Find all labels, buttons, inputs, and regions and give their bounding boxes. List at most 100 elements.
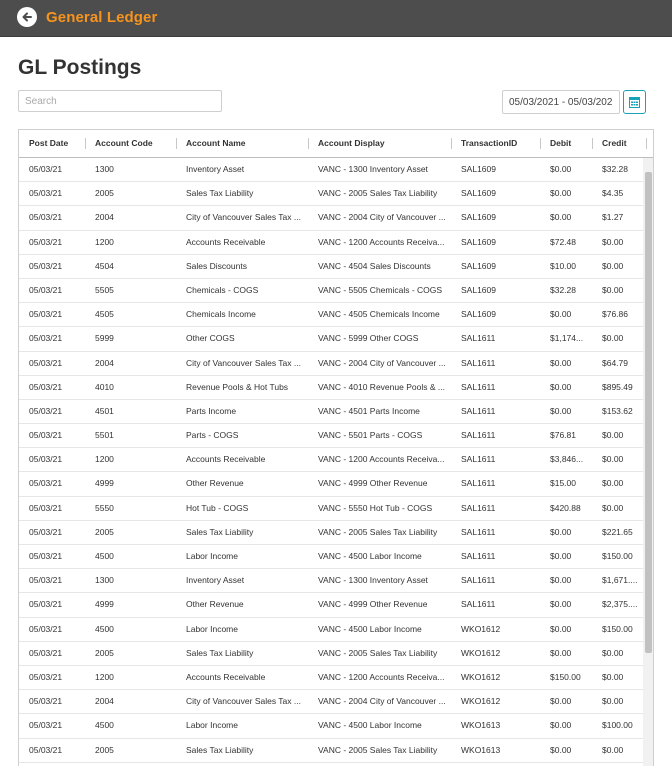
cell-debit: $76.81 (550, 430, 576, 441)
cell-account-code: 1300 (95, 575, 114, 586)
cell-account-code: 4999 (95, 599, 114, 610)
cell-credit: $0.00 (602, 430, 624, 441)
table-row[interactable]: 05/03/21 5505 Chemicals - COGS VANC - 5505 … (19, 279, 643, 304)
table-row[interactable]: 05/03/21 1200 Accounts Receivable VANC - 12… (19, 666, 643, 691)
table-row[interactable]: 05/03/21 4500 Labor Income VANC - 4500 Labo… (19, 545, 643, 570)
cell-post-date: 05/03/21 (29, 236, 63, 247)
table-header: Post Date Account Code Account Name Acco… (19, 130, 653, 158)
cell-account-display: VANC - 4505 Chemicals Income (318, 309, 440, 320)
column-header-debit[interactable]: Debit (550, 130, 571, 157)
column-header-transaction-id[interactable]: TransactionID (461, 130, 517, 157)
cell-transaction-id: SAL1611 (461, 599, 496, 610)
column-resize-handle[interactable] (85, 138, 86, 149)
cell-transaction-id: SAL1611 (461, 551, 496, 561)
table-row[interactable]: 05/03/21 1300 Inventory Asset VANC - 1300 I… (19, 569, 643, 594)
cell-account-code: 2005 (95, 188, 114, 199)
cell-debit: $0.00 (550, 357, 572, 368)
table-row[interactable]: 05/03/21 4999 Other Revenue VANC - 4999 Oth… (19, 593, 643, 618)
cell-credit: $0.00 (602, 333, 624, 344)
table-row[interactable]: 05/03/21 2004 City of Vancouver Sales Tax … (19, 690, 643, 715)
table-row[interactable]: 05/03/21 2005 Sales Tax Liability VANC - 20… (19, 182, 643, 207)
table-row[interactable]: 05/03/21 2004 City of Vancouver Sales Tax … (19, 352, 643, 376)
cell-credit: $4.35 (602, 188, 624, 199)
table-row[interactable]: 05/03/21 4504 Sales Discounts VANC - 4504 S… (19, 255, 643, 279)
column-resize-handle[interactable] (308, 138, 309, 149)
cell-account-name: Inventory Asset (186, 575, 245, 586)
cell-account-name: Sales Tax Liability (186, 744, 254, 755)
back-button[interactable] (17, 7, 37, 27)
column-resize-handle[interactable] (451, 138, 452, 149)
column-resize-handle[interactable] (176, 138, 177, 149)
cell-debit: $0.00 (550, 164, 572, 174)
column-header-account-name[interactable]: Account Name (186, 130, 246, 157)
table-row[interactable]: 05/03/21 1300 Inventory Asset VANC - 1300 I… (19, 158, 643, 183)
table-row[interactable]: 05/03/21 2005 Sales Tax Liability VANC - 20… (19, 521, 643, 545)
cell-transaction-id: WKO1612 (461, 623, 501, 634)
search-input[interactable] (18, 90, 222, 112)
calendar-icon (629, 97, 640, 108)
column-header-credit[interactable]: Credit (602, 130, 627, 157)
cell-account-display: VANC - 2005 Sales Tax Liability (318, 647, 438, 658)
column-resize-handle[interactable] (646, 138, 647, 149)
cell-post-date: 05/03/21 (29, 623, 63, 634)
table-row[interactable]: 05/03/21 2005 Sales Tax Liability VANC - 20… (19, 739, 643, 763)
gl-postings-table: Post Date Account Code Account Name Acco… (18, 129, 654, 766)
cell-account-display: VANC - 1200 Accounts Receiva... (318, 236, 445, 247)
cell-account-name: City of Vancouver Sales Tax ... (186, 357, 301, 368)
cell-account-name: Labor Income (186, 623, 238, 634)
column-header-account-display[interactable]: Account Display (318, 130, 385, 157)
cell-transaction-id: SAL1611 (461, 526, 496, 537)
cell-credit: $0.00 (602, 671, 624, 682)
cell-account-name: City of Vancouver Sales Tax ... (186, 696, 301, 707)
cell-credit: $150.00 (602, 623, 633, 634)
cell-debit: $0.00 (550, 381, 572, 392)
cell-account-name: Accounts Receivable (186, 236, 266, 247)
table-row[interactable]: 05/03/21 2005 Sales Tax Liability VANC - 20… (19, 642, 643, 666)
column-resize-handle[interactable] (540, 138, 541, 149)
cell-account-code: 1300 (95, 164, 114, 174)
table-row[interactable]: 05/03/21 5999 Other COGS VANC - 5999 Other … (19, 327, 643, 352)
cell-account-name: Other COGS (186, 333, 235, 344)
cell-account-code: 4500 (95, 551, 114, 561)
cell-account-display: VANC - 2005 Sales Tax Liability (318, 526, 438, 537)
cell-transaction-id: SAL1611 (461, 454, 496, 465)
cell-post-date: 05/03/21 (29, 502, 63, 513)
cell-account-name: City of Vancouver Sales Tax ... (186, 212, 301, 223)
cell-account-name: Chemicals Income (186, 309, 256, 320)
table-row[interactable]: 05/03/21 4500 Labor Income VANC - 4500 Labo… (19, 618, 643, 642)
cell-debit: $72.48 (550, 236, 576, 247)
table-row[interactable]: 05/03/21 4501 Parts Income VANC - 4501 Part… (19, 400, 643, 425)
column-header-account-code[interactable]: Account Code (95, 130, 153, 157)
table-row[interactable]: 05/03/21 5501 Parts - COGS VANC - 5501 Part… (19, 424, 643, 449)
date-range-input[interactable] (502, 90, 620, 114)
cell-post-date: 05/03/21 (29, 405, 63, 416)
calendar-button[interactable] (623, 90, 646, 114)
table-row[interactable]: 05/03/21 4505 Chemicals Income VANC - 4505 … (19, 303, 643, 328)
table-row[interactable]: 05/03/21 5550 Hot Tub - COGS VANC - 5550 Ho… (19, 497, 643, 521)
cell-account-name: Labor Income (186, 551, 238, 561)
table-row[interactable]: 05/03/21 4999 Other Revenue VANC - 4999 Oth… (19, 472, 643, 497)
cell-debit: $32.28 (550, 284, 576, 295)
cell-account-name: Parts - COGS (186, 430, 239, 441)
table-row[interactable]: 05/03/21 1200 Accounts Receivable VANC - 12… (19, 448, 643, 473)
cell-transaction-id: SAL1611 (461, 333, 496, 344)
table-row[interactable]: 05/03/21 4500 Labor Income VANC - 4500 Labo… (19, 714, 643, 739)
cell-account-code: 2005 (95, 526, 114, 537)
table-row[interactable]: 05/03/21 4010 Revenue Pools & Hot Tubs VANC… (19, 376, 643, 400)
cell-credit: $221.65 (602, 526, 633, 537)
cell-account-name: Sales Tax Liability (186, 526, 254, 537)
scrollbar-thumb[interactable] (645, 172, 652, 653)
cell-account-display: VANC - 2004 City of Vancouver ... (318, 212, 446, 223)
cell-account-display: VANC - 2005 Sales Tax Liability (318, 744, 438, 755)
column-resize-handle[interactable] (592, 138, 593, 149)
cell-credit: $2,375.... (602, 599, 638, 610)
cell-account-display: VANC - 1300 Inventory Asset (318, 164, 428, 174)
cell-transaction-id: SAL1609 (461, 260, 496, 271)
table-row[interactable]: 05/03/21 2004 City of Vancouver Sales Tax … (19, 206, 643, 231)
column-header-post-date[interactable]: Post Date (29, 130, 68, 157)
cell-credit: $32.28 (602, 164, 628, 174)
table-row[interactable]: 05/03/21 1200 Accounts Receivable VANC - 12… (19, 231, 643, 255)
cell-account-display: VANC - 1300 Inventory Asset (318, 575, 428, 586)
cell-debit: $15.00 (550, 478, 576, 489)
cell-transaction-id: SAL1611 (461, 357, 496, 368)
